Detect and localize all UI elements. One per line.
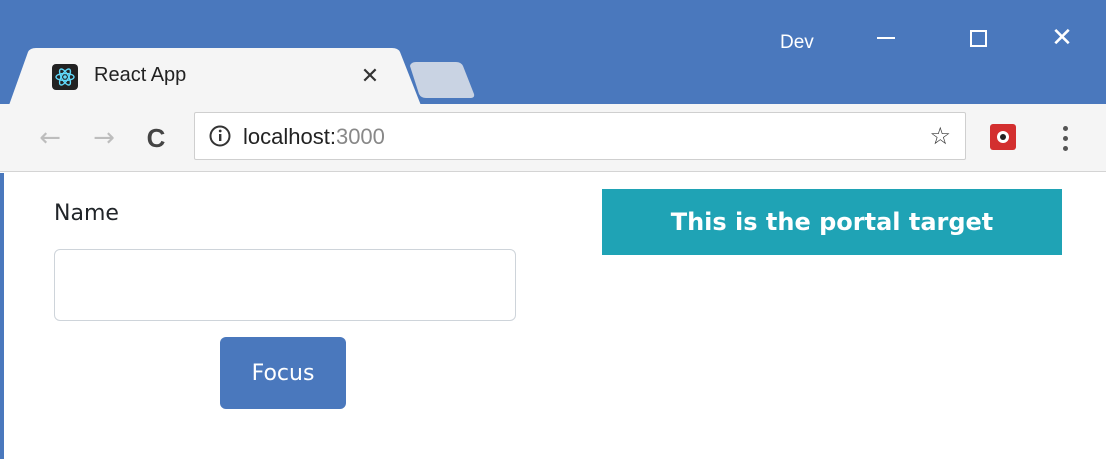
profile-name[interactable]: Dev	[780, 32, 814, 54]
menu-dot-icon	[1062, 145, 1068, 151]
name-label: Name	[54, 201, 119, 226]
arrow-left-icon: ←	[39, 123, 61, 153]
name-input[interactable]	[54, 249, 516, 321]
browser-window: Dev ✕ React App ✕ ← → C localhost:3000 ☆…	[0, 0, 1106, 459]
info-icon[interactable]	[209, 125, 231, 147]
close-icon: ✕	[360, 63, 380, 89]
maximize-button[interactable]	[948, 14, 1008, 62]
forward-button[interactable]: →	[84, 118, 124, 158]
minimize-icon	[877, 37, 895, 39]
url-text[interactable]: localhost:3000	[243, 124, 385, 150]
extension-icon[interactable]	[990, 124, 1016, 150]
back-button[interactable]: ←	[30, 118, 70, 158]
extension-glyph-icon	[997, 131, 1009, 143]
new-tab-button[interactable]	[408, 62, 478, 98]
address-bar[interactable]: localhost:3000 ☆	[194, 112, 966, 160]
portal-target: This is the portal target	[602, 189, 1062, 255]
bookmark-star-icon[interactable]: ☆	[929, 122, 951, 150]
close-window-button[interactable]: ✕	[1032, 14, 1092, 62]
maximize-icon	[969, 29, 987, 47]
reload-button[interactable]: C	[136, 118, 176, 158]
minimize-button[interactable]	[856, 14, 916, 62]
close-icon: ✕	[1051, 23, 1073, 53]
menu-dot-icon	[1062, 125, 1068, 131]
react-logo-icon	[52, 64, 78, 90]
reload-icon: C	[146, 122, 166, 153]
menu-dot-icon	[1062, 135, 1068, 141]
url-port: 3000	[335, 124, 385, 149]
page-content: Name Focus This is the portal target	[0, 173, 1106, 459]
tab-close-button[interactable]: ✕	[356, 62, 384, 90]
menu-button[interactable]	[1050, 118, 1080, 158]
browser-toolbar: ← → C localhost:3000 ☆	[0, 104, 1106, 172]
arrow-right-icon: →	[93, 123, 115, 153]
url-host: localhost:	[243, 124, 336, 149]
focus-button[interactable]: Focus	[220, 337, 346, 409]
tab-title: React App	[94, 64, 187, 86]
